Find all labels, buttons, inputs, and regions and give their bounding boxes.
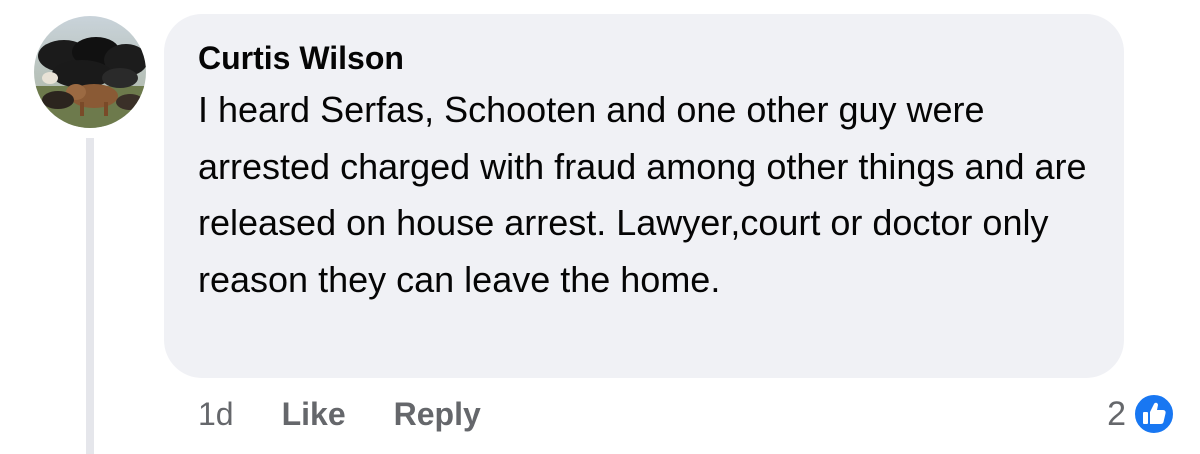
thread-line: [86, 138, 94, 454]
avatar[interactable]: [34, 16, 146, 128]
comment-timestamp[interactable]: 1d: [198, 396, 234, 433]
comment-text: I heard Serfas, Schooten and one other g…: [198, 89, 1087, 300]
comment-author[interactable]: Curtis Wilson: [198, 38, 1094, 78]
reaction-count: 2: [1107, 394, 1126, 433]
comment-actions: 1d Like Reply: [198, 392, 529, 436]
like-button[interactable]: Like: [282, 396, 346, 433]
comment-bubble: Curtis Wilson I heard Serfas, Schooten a…: [164, 14, 1124, 378]
thumbs-up-icon: [1132, 392, 1176, 436]
cattle-photo-icon: [34, 16, 146, 128]
reaction-summary[interactable]: 2: [1107, 390, 1176, 438]
reply-button[interactable]: Reply: [394, 396, 481, 433]
